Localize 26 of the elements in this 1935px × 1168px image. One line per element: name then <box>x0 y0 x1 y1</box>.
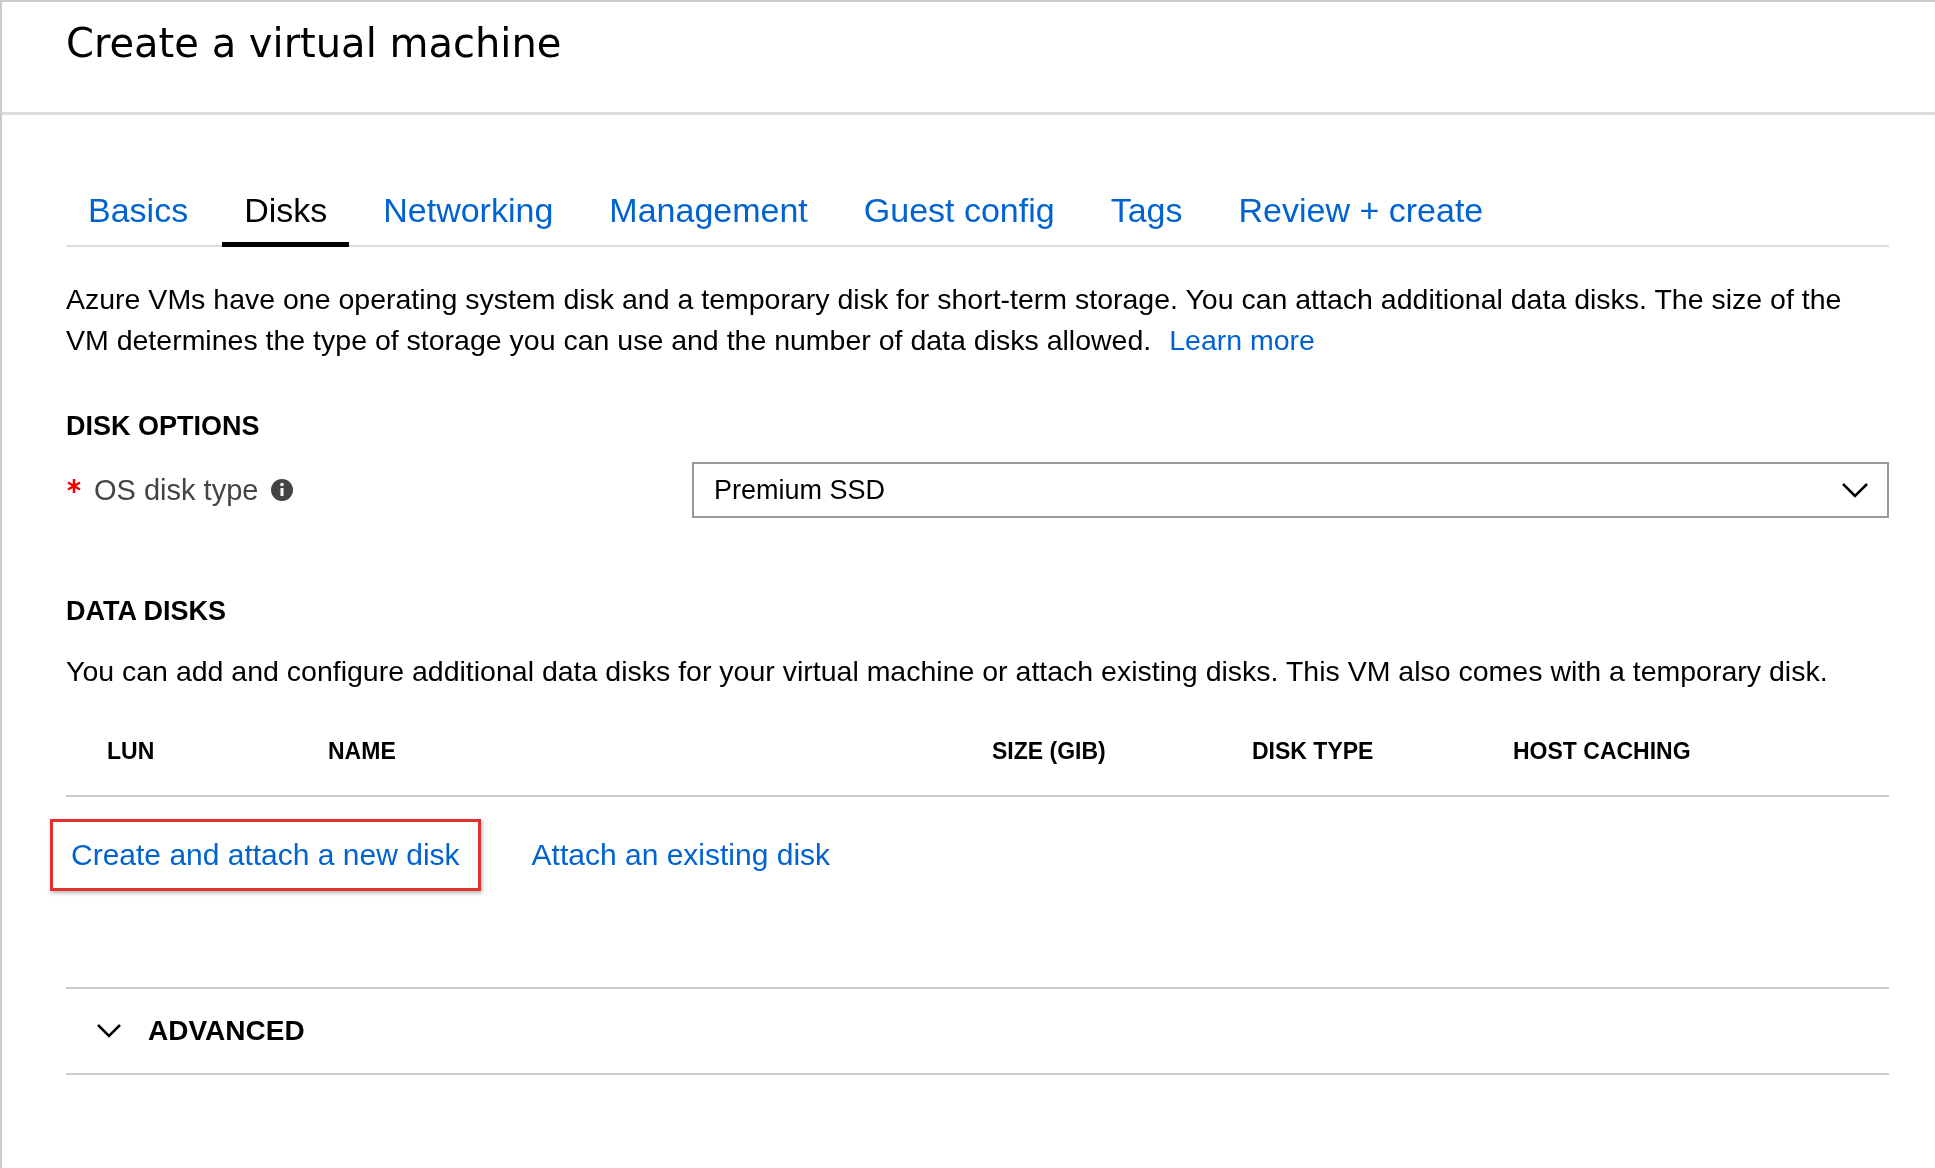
section-heading: DISK OPTIONS <box>66 411 261 442</box>
column-header: DISK TYPE <box>1252 738 1374 764</box>
disk-link[interactable]: Attach an existing disk <box>510 819 852 891</box>
tab[interactable]: Basics <box>66 191 211 247</box>
info-icon <box>270 478 295 502</box>
column-header: SIZE (GIB) <box>992 738 1106 764</box>
advanced-section-toggle[interactable]: ADVANCED <box>66 987 1889 1075</box>
tab[interactable]: Tags <box>1088 191 1205 247</box>
page-title: Create a virtual machine <box>66 20 563 66</box>
os-disk-type-select[interactable]: Premium SSD <box>692 462 1889 518</box>
column-header: NAME <box>328 738 396 764</box>
tab[interactable]: Review + create <box>1216 191 1506 247</box>
column-header: HOST CACHING <box>1513 738 1691 764</box>
chevron-down-icon <box>1841 482 1869 498</box>
column-header: LUN <box>107 738 155 764</box>
chevron-icon <box>96 1023 122 1039</box>
field-label: OS disk type <box>94 473 259 507</box>
data-disks-text: You can add and configure additional data disks for your virtual machine or attach existing disks. This VM also comes with a temporary disk. <box>66 654 1829 689</box>
section-heading: DATA DISKS <box>66 596 227 627</box>
tab[interactable]: Management <box>587 191 830 247</box>
tab[interactable]: Disks <box>222 191 350 247</box>
disk-link[interactable]: Create and attach a new disk <box>50 819 481 891</box>
intro-text: Azure VMs have one operating system disk and a temporary disk for short-term storage. You can attach additional data disks. The size of the VM determines the type of storage you can use and the number of data disks allowed. Learn more <box>66 282 1843 358</box>
tab[interactable]: Guest config <box>841 191 1077 247</box>
tab[interactable]: Networking <box>361 191 576 247</box>
learn-more-link[interactable]: Learn more <box>1169 324 1315 356</box>
